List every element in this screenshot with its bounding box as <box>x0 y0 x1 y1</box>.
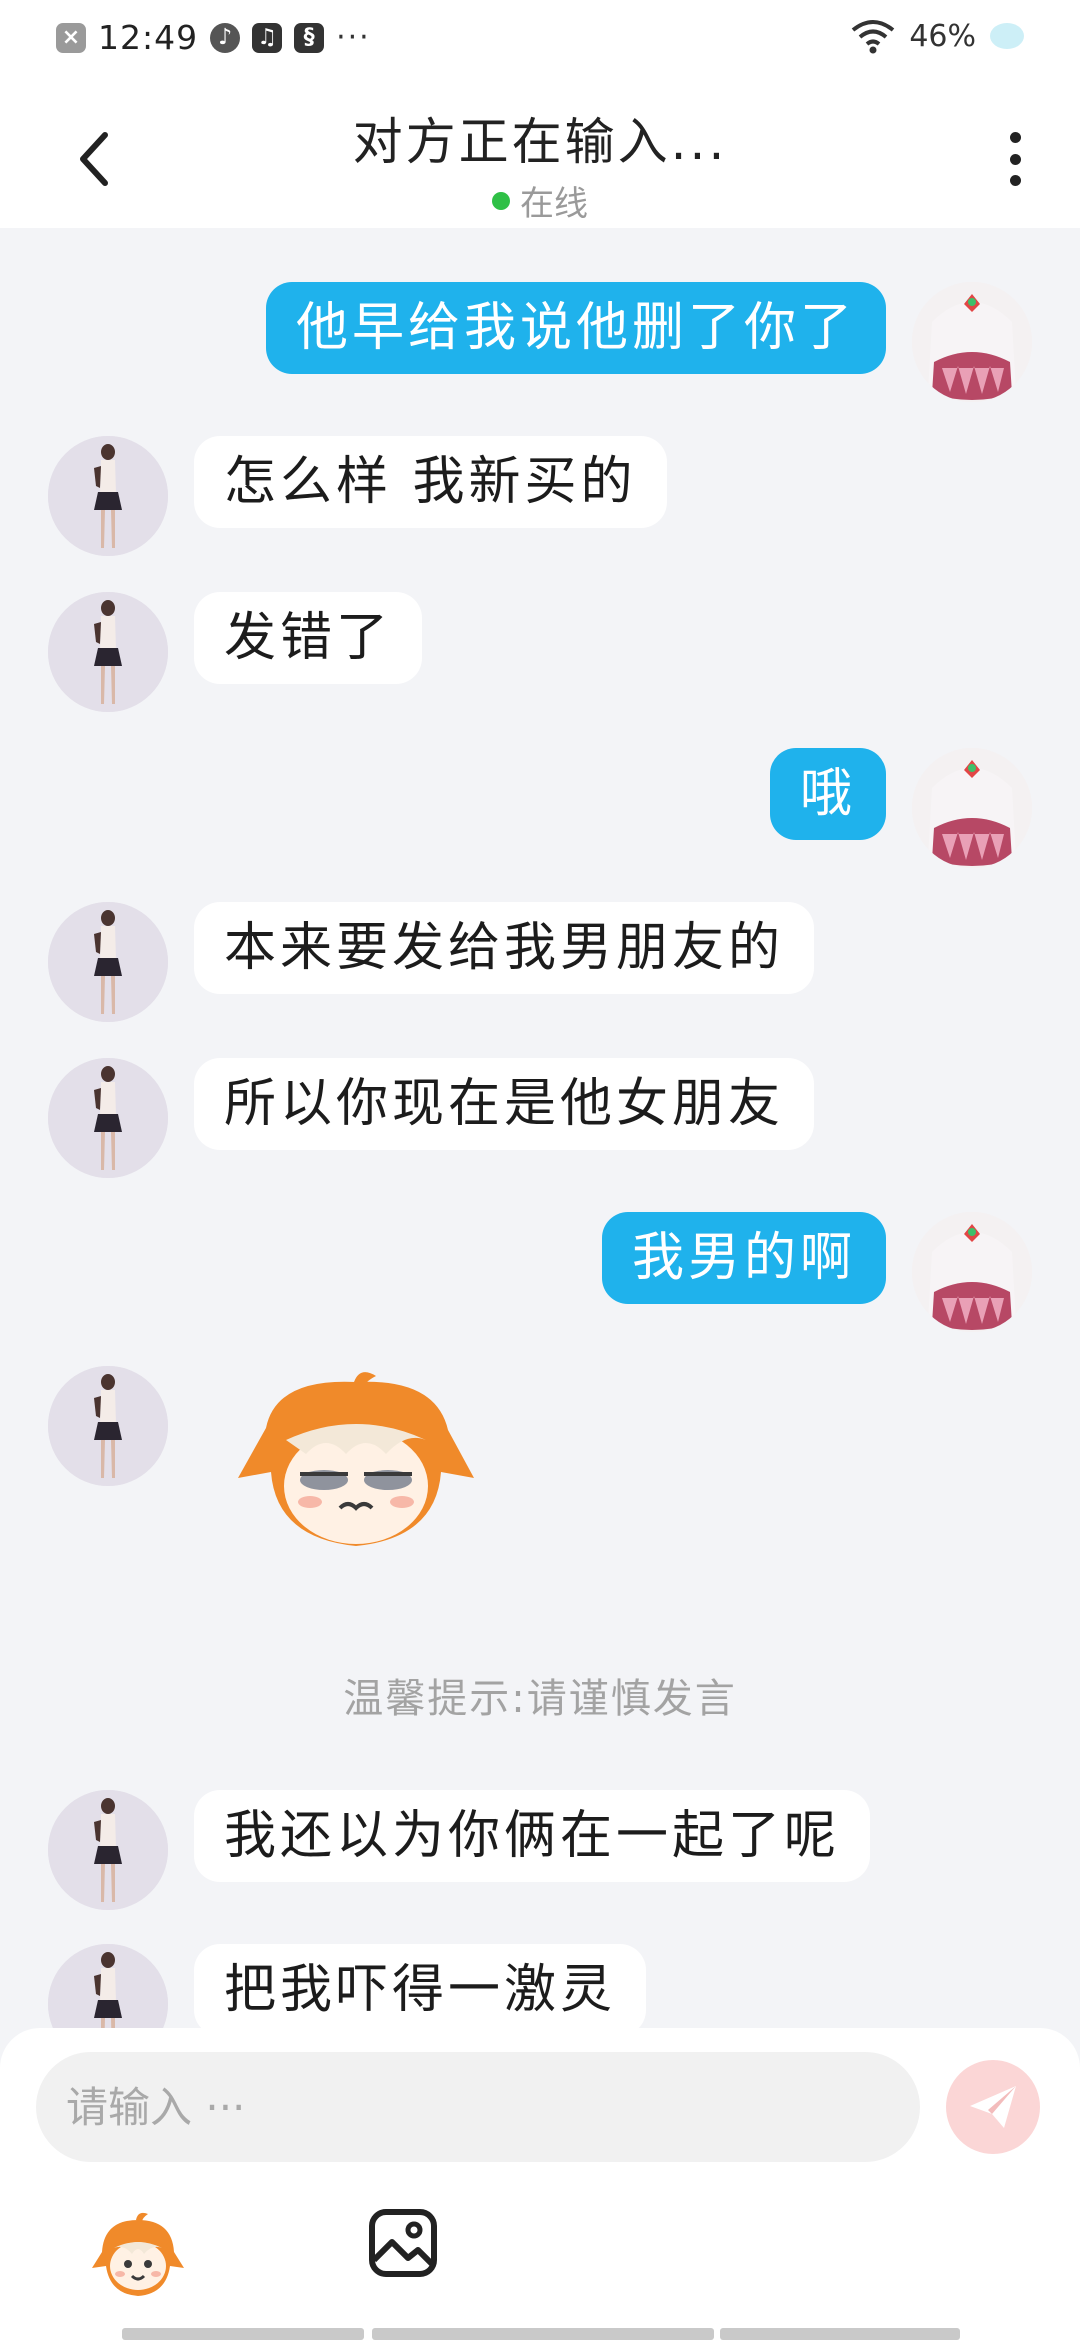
message-bubble-incoming[interactable]: 发错了 <box>194 592 423 684</box>
contact-avatar[interactable] <box>48 592 168 712</box>
message-input[interactable] <box>36 2052 920 2162</box>
wifi-icon <box>852 20 895 54</box>
message-bubble-incoming[interactable]: 把我吓得一激灵 <box>194 1944 647 2036</box>
battery-level: 46% <box>909 18 976 54</box>
contact-avatar[interactable] <box>48 1058 168 1178</box>
my-avatar[interactable] <box>912 1212 1032 1332</box>
orange-haired-chibi-sticker[interactable] <box>236 1368 476 1568</box>
image-picker-icon[interactable] <box>368 2208 438 2278</box>
battery-icon <box>990 23 1024 49</box>
message-bubble-outgoing[interactable]: 他早给我说他删了你了 <box>265 282 886 374</box>
presence-status: 在线 <box>520 184 588 224</box>
message-bubble-outgoing[interactable]: 哦 <box>769 748 886 840</box>
app-notification-icon: § <box>294 22 325 53</box>
voice-app-icon: ♪ <box>210 22 241 53</box>
gesture-bar <box>122 2328 364 2340</box>
music-app-icon: ♫ <box>252 22 283 53</box>
notification-close-icon: × <box>56 22 86 53</box>
status-left: × 12:49 ♪ ♫ § ··· <box>56 18 371 57</box>
clock: 12:49 <box>98 18 199 57</box>
my-avatar[interactable] <box>912 748 1032 868</box>
gesture-bar <box>720 2328 960 2340</box>
page-title: 对方正在输入... <box>352 113 728 171</box>
dot <box>1009 175 1021 186</box>
message-bubble-incoming[interactable]: 我还以为你俩在一起了呢 <box>194 1790 871 1882</box>
my-avatar[interactable] <box>912 282 1032 402</box>
safety-tip: 温馨提示:请谨慎发言 <box>343 1676 737 1722</box>
dot <box>1009 132 1021 143</box>
send-button[interactable] <box>946 2060 1040 2154</box>
message-bubble-outgoing[interactable]: 我男的啊 <box>601 1212 886 1304</box>
contact-avatar[interactable] <box>48 902 168 1022</box>
contact-avatar[interactable] <box>48 436 168 556</box>
contact-avatar[interactable] <box>48 1366 168 1486</box>
online-dot-icon <box>492 191 510 210</box>
contact-avatar[interactable] <box>48 1790 168 1910</box>
status-bar: × 12:49 ♪ ♫ § ··· 46% <box>0 0 1080 84</box>
message-bubble-incoming[interactable]: 所以你现在是他女朋友 <box>194 1058 815 1150</box>
message-bubble-incoming[interactable]: 怎么样 我新买的 <box>194 436 667 528</box>
gesture-bar <box>372 2328 714 2340</box>
more-notifications-icon: ··· <box>336 20 371 55</box>
more-options-button[interactable] <box>990 124 1040 194</box>
status-right: 46% <box>851 18 1024 54</box>
sticker-picker-icon[interactable] <box>92 2208 184 2300</box>
paper-plane-icon <box>970 2086 1016 2128</box>
message-bubble-incoming[interactable]: 本来要发给我男朋友的 <box>194 902 815 994</box>
back-button[interactable] <box>60 114 130 204</box>
dot <box>1009 153 1021 165</box>
chevron-left-icon <box>80 132 108 186</box>
chat-title-area: 对方正在输入... 在线 <box>240 102 840 225</box>
chat-header: 对方正在输入... 在线 <box>0 84 1080 228</box>
presence-line: 在线 <box>240 176 840 225</box>
composer-panel <box>0 2028 1080 2340</box>
